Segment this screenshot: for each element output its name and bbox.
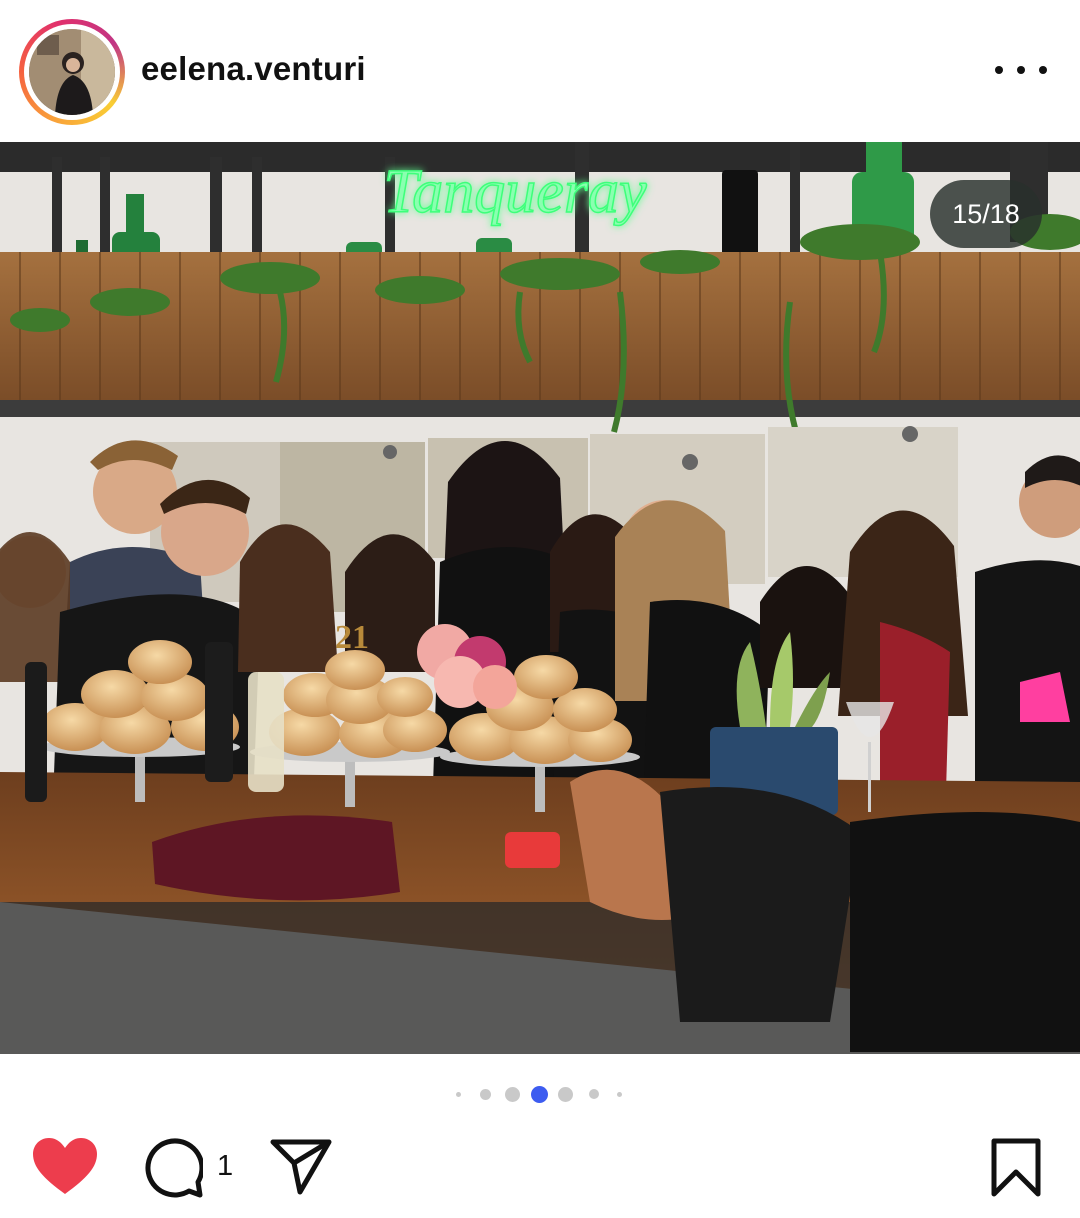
leather-jacket [660, 787, 860, 1022]
carousel-dot-active [531, 1086, 548, 1103]
action-bar [0, 1130, 1080, 1202]
carousel-indicator [0, 1084, 1080, 1104]
party-photo: Tanqueray 21 [0, 142, 1080, 1054]
avatar[interactable] [29, 29, 115, 115]
more-dots-icon [995, 66, 1003, 74]
bookmark-icon [991, 1138, 1041, 1197]
carousel-dot [558, 1087, 573, 1102]
more-options-button[interactable] [995, 52, 1047, 88]
save-button[interactable] [990, 1138, 1042, 1198]
comment-bubble-icon [145, 1138, 205, 1198]
post-header: eelena.venturi [0, 0, 1080, 142]
post-photo[interactable]: Tanqueray 21 15/18 [0, 142, 1080, 1054]
story-ring[interactable] [19, 19, 125, 125]
carousel-dot [505, 1087, 520, 1102]
carousel-dot [589, 1089, 599, 1099]
heart-icon [33, 1138, 97, 1194]
avatar-image [29, 29, 115, 115]
carousel-dot [480, 1089, 491, 1100]
media-counter-badge: 15/18 [930, 180, 1042, 248]
paper-plane-icon [270, 1139, 332, 1195]
more-dots-icon [1017, 66, 1025, 74]
carousel-dot [617, 1092, 622, 1097]
more-dots-icon [1039, 66, 1047, 74]
neon-sign-text: Tanqueray [384, 158, 647, 226]
comment-button[interactable] [143, 1138, 205, 1198]
candle-number: 21 [335, 619, 369, 656]
username[interactable]: eelena.venturi [141, 50, 366, 88]
instagram-post: eelena.venturi Tanqueray 21 15/18 1 [0, 0, 1080, 1218]
share-button[interactable] [270, 1138, 332, 1196]
comment-count: 1 [217, 1150, 234, 1182]
carousel-dot [456, 1092, 461, 1097]
like-button[interactable] [33, 1138, 97, 1196]
black-coat [850, 812, 1080, 1052]
